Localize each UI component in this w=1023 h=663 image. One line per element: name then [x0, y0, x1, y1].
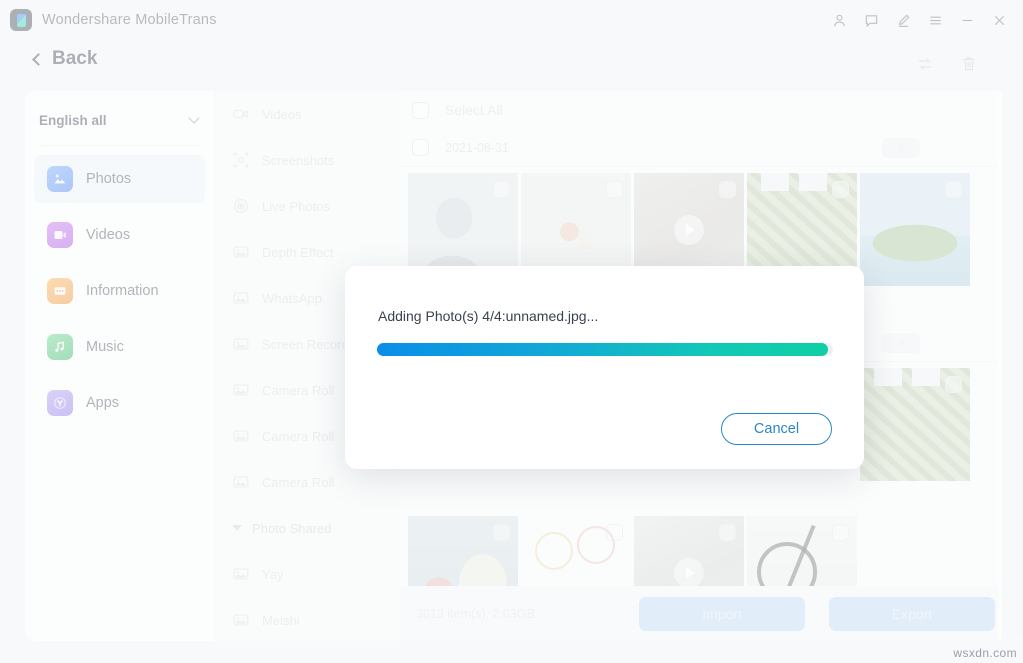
progress-bar-track [377, 343, 833, 356]
cancel-button[interactable]: Cancel [721, 413, 832, 445]
watermark: wsxdn.com [953, 646, 1017, 660]
progress-dialog: Adding Photo(s) 4/4:unnamed.jpg... Cance… [345, 266, 864, 469]
application-window: Wondershare MobileTrans [0, 0, 1023, 663]
progress-bar-fill [377, 343, 829, 356]
progress-message: Adding Photo(s) 4/4:unnamed.jpg... [378, 308, 599, 324]
